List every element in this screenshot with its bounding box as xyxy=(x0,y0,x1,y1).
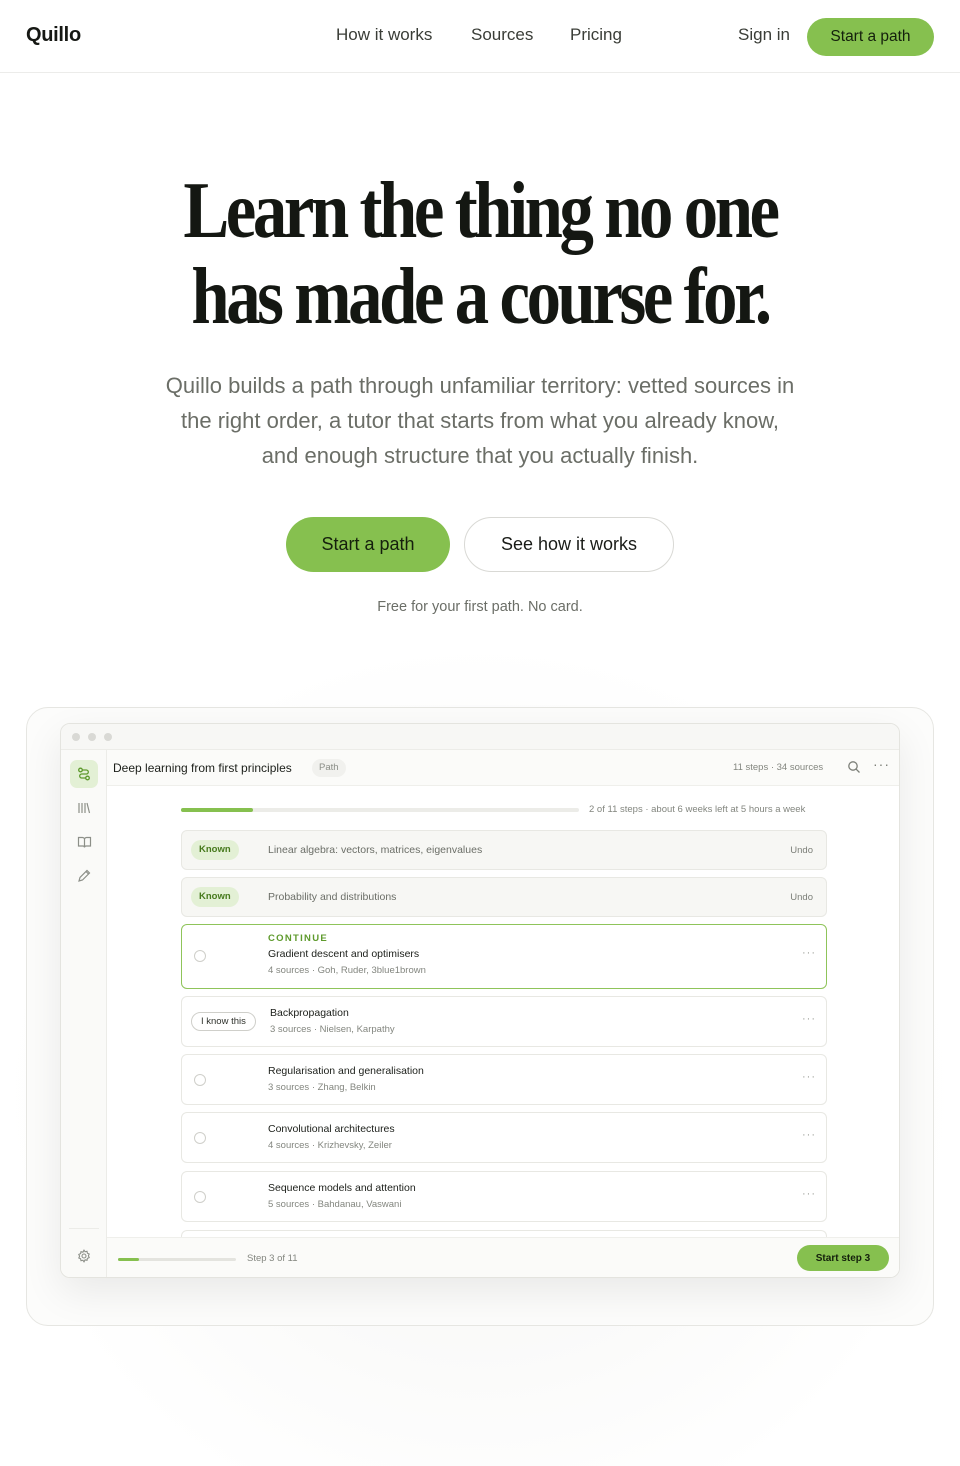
window-dot xyxy=(88,733,96,741)
app-main: Deep learning from first principles Path… xyxy=(107,750,899,1277)
step-more-icon[interactable]: ··· xyxy=(802,1071,816,1083)
step-sources: 3 sources · Zhang, Belkin xyxy=(268,1082,376,1093)
step-checkbox[interactable] xyxy=(194,950,206,962)
step-more-icon[interactable]: ··· xyxy=(802,1013,816,1025)
step-sources: 4 sources · Krizhevsky, Zeiler xyxy=(268,1140,392,1151)
path-progress-label: 2 of 11 steps · about 6 weeks left at 5 … xyxy=(589,804,806,815)
step-row-known: Known Probability and distributions Undo xyxy=(181,877,827,917)
step-row[interactable]: I know this Backpropagation 3 sources · … xyxy=(181,996,827,1047)
start-path-button[interactable]: Start a path xyxy=(286,517,450,572)
window-titlebar xyxy=(61,724,899,750)
start-step-button[interactable]: Start step 3 xyxy=(797,1245,889,1271)
undo-button[interactable]: Undo xyxy=(790,892,813,903)
window-dot xyxy=(104,733,112,741)
path-meta: 11 steps · 34 sources xyxy=(733,762,824,773)
step-counter: Step 3 of 11 xyxy=(247,1253,298,1264)
nav-link-sources[interactable]: Sources xyxy=(471,25,533,45)
i-know-this-button[interactable]: I know this xyxy=(191,1012,256,1031)
undo-button[interactable]: Undo xyxy=(790,845,813,856)
hero-title-line-1: Learn the thing no one xyxy=(183,167,780,255)
app-preview-window: Deep learning from first principles Path… xyxy=(60,723,900,1278)
known-badge: Known xyxy=(191,840,239,860)
hero-title: Learn the thing no one has made a course… xyxy=(67,168,893,340)
step-sources: 4 sources · Goh, Ruder, 3blue1brown xyxy=(268,965,426,976)
path-title: Deep learning from first principles xyxy=(113,761,292,775)
path-chip: Path xyxy=(312,759,346,777)
sign-in-link[interactable]: Sign in xyxy=(738,25,790,45)
step-title: Probability and distributions xyxy=(268,891,397,903)
step-title: Regularisation and generalisation xyxy=(268,1065,424,1077)
step-checkbox[interactable] xyxy=(194,1074,206,1086)
pencil-icon[interactable] xyxy=(70,862,98,890)
path-header: Deep learning from first principles Path… xyxy=(107,750,899,786)
path-progress-fill xyxy=(181,808,253,812)
search-icon[interactable] xyxy=(847,760,863,776)
known-badge: Known xyxy=(191,887,239,907)
sidebar-divider xyxy=(69,1228,99,1229)
step-title: Gradient descent and optimisers xyxy=(268,948,420,960)
hero-subtitle: Quillo builds a path through unfamiliar … xyxy=(165,373,795,468)
window-dot xyxy=(72,733,80,741)
hero-title-line-2: has made a course for. xyxy=(191,253,772,341)
step-title: Convolutional architectures xyxy=(268,1123,395,1135)
continue-label: CONTINUE xyxy=(268,933,329,944)
step-row[interactable]: Sequence models and attention 5 sources … xyxy=(181,1171,827,1222)
step-title: Linear algebra: vectors, matrices, eigen… xyxy=(268,844,483,856)
app-sidebar xyxy=(61,750,107,1277)
step-row-known: Known Linear algebra: vectors, matrices,… xyxy=(181,830,827,870)
step-sources: 5 sources · Bahdanau, Vaswani xyxy=(268,1199,402,1210)
step-checkbox[interactable] xyxy=(194,1132,206,1144)
library-icon[interactable] xyxy=(70,794,98,822)
step-row[interactable]: Convolutional architectures 4 sources · … xyxy=(181,1112,827,1163)
step-more-icon[interactable]: ··· xyxy=(802,947,816,959)
step-more-icon[interactable]: ··· xyxy=(802,1129,816,1141)
step-progress-bar xyxy=(118,1258,236,1261)
nav-start-path-button[interactable]: Start a path xyxy=(807,18,934,56)
step-row[interactable]: Regularisation and generalisation 3 sour… xyxy=(181,1054,827,1105)
top-nav: Quillo How it works Sources Pricing Sign… xyxy=(0,0,960,73)
step-title: Sequence models and attention xyxy=(268,1182,416,1194)
book-icon[interactable] xyxy=(70,828,98,856)
path-icon[interactable] xyxy=(70,760,98,788)
step-checkbox[interactable] xyxy=(194,1191,206,1203)
nav-link-how-it-works[interactable]: How it works xyxy=(336,25,432,45)
see-how-it-works-button[interactable]: See how it works xyxy=(464,517,674,572)
fine-print: Free for your first path. No card. xyxy=(377,599,583,615)
step-row-active[interactable]: CONTINUE Gradient descent and optimisers… xyxy=(181,924,827,989)
more-menu-icon[interactable]: ··· xyxy=(873,756,890,772)
step-more-icon[interactable]: ··· xyxy=(802,1188,816,1200)
path-progress-bar xyxy=(181,808,579,812)
step-progress-fill xyxy=(118,1258,140,1261)
step-title: Backpropagation xyxy=(270,1007,349,1019)
nav-link-pricing[interactable]: Pricing xyxy=(570,25,622,45)
settings-icon[interactable] xyxy=(70,1242,98,1270)
logo[interactable]: Quillo xyxy=(26,24,81,47)
bottom-bar: Step 3 of 11 Start step 3 xyxy=(107,1237,899,1277)
step-sources: 3 sources · Nielsen, Karpathy xyxy=(270,1024,395,1035)
